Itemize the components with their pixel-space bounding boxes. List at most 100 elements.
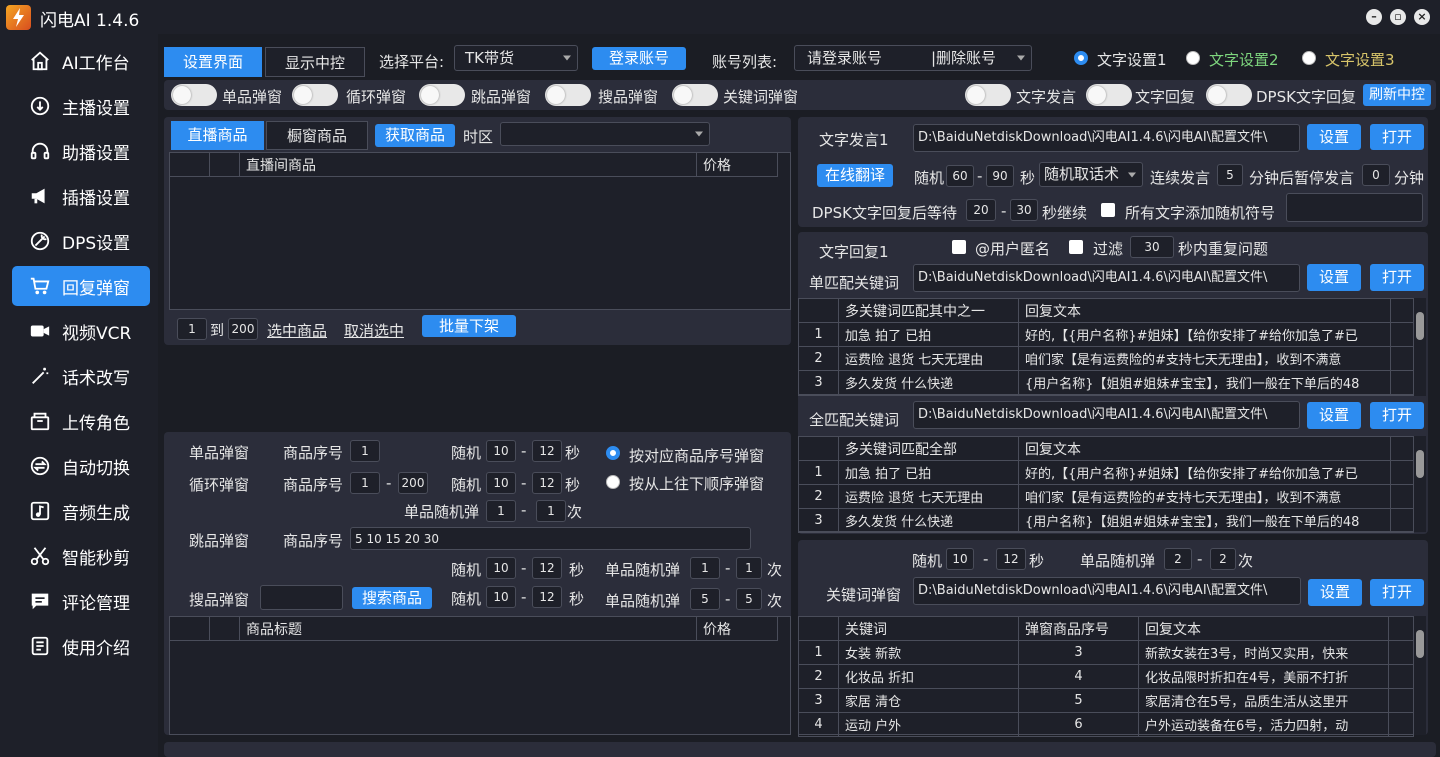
loop-to-input[interactable]: 200 — [398, 472, 428, 494]
deselect-link[interactable]: 取消选中 — [344, 320, 404, 341]
full-match-path-input[interactable]: D:\BaiduNetdiskDownload\闪电AI1.4.6\闪电AI\配… — [913, 401, 1300, 429]
speak-open-button[interactable]: 打开 — [1370, 124, 1424, 150]
scroll-thumb[interactable] — [1416, 630, 1424, 658]
table-row[interactable]: 3 多久发货 什么快递 {用户名称}【姐姐#姐妹#宝宝】，我们一般在下单后的48 — [798, 508, 1414, 533]
maximize-icon[interactable]: ▫ — [1390, 9, 1406, 25]
refresh-control-button[interactable]: 刷新中控 — [1363, 84, 1431, 106]
tab-window-products[interactable]: 橱窗商品 — [266, 121, 368, 150]
fetch-products-button[interactable]: 获取商品 — [375, 124, 455, 147]
single-max-input[interactable]: 12 — [532, 440, 562, 462]
sidebar-item-8[interactable]: 上传角色 — [12, 401, 150, 441]
single-match-open-button[interactable]: 打开 — [1370, 264, 1424, 291]
scroll-thumb[interactable] — [1416, 312, 1424, 340]
search-rand-min-input[interactable]: 5 — [690, 588, 720, 610]
table-row[interactable]: 4 运动 户外 6 户外运动装备在6号，活力四射，动 — [798, 712, 1414, 737]
keyword-popup-settings-button[interactable]: 设置 — [1308, 579, 1362, 606]
single-match-path-input[interactable]: D:\BaiduNetdiskDownload\闪电AI1.4.6\闪电AI\配… — [913, 264, 1300, 292]
close-icon[interactable]: × — [1414, 9, 1430, 25]
single-popup-toggle[interactable] — [171, 84, 217, 106]
loop-rand-min-input[interactable]: 1 — [486, 500, 516, 522]
table-row[interactable]: 3 多久发货 什么快递 {用户名称}【姐姐#姐妹#宝宝】，我们一般在下单后的48 — [798, 370, 1414, 395]
single-min-input[interactable]: 10 — [486, 440, 516, 462]
minimize-icon[interactable]: – — [1366, 9, 1382, 25]
loop-max-input[interactable]: 12 — [532, 472, 562, 494]
scroll-thumb[interactable] — [1416, 450, 1424, 478]
tab-live-products[interactable]: 直播商品 — [171, 121, 264, 150]
text-setting-3-radio[interactable] — [1302, 51, 1316, 65]
continuous-input[interactable]: 5 — [1217, 164, 1243, 186]
sidebar-item-9[interactable]: 自动切换 — [12, 446, 150, 486]
table-row[interactable]: 2 运费险 退货 七天无理由 咱们家【是有运费险的#支持七天无理由】，收到不满意 — [798, 484, 1414, 509]
sidebar-item-10[interactable]: 音频生成 — [12, 491, 150, 531]
range-to-input[interactable]: 200 — [228, 318, 258, 340]
timezone-select[interactable] — [500, 122, 710, 146]
search-max-input[interactable]: 12 — [532, 586, 562, 608]
keyword-popup-toggle[interactable] — [672, 84, 718, 106]
sidebar-item-0[interactable]: AI工作台 — [12, 41, 150, 81]
jump-popup-toggle[interactable] — [419, 84, 465, 106]
sidebar-item-4[interactable]: DPS设置 — [12, 221, 150, 261]
online-translate-button[interactable]: 在线翻译 — [817, 164, 893, 187]
filter-checkbox[interactable] — [1069, 240, 1083, 254]
kw-rand-min-input[interactable]: 2 — [1164, 548, 1192, 570]
filter-sec-input[interactable]: 30 — [1130, 236, 1174, 258]
speak-mode-select[interactable]: 随机取话术 — [1039, 162, 1143, 187]
kw-max-input[interactable]: 12 — [996, 548, 1026, 570]
table-row[interactable]: 2 化妆品 折扣 4 化妆品限时折扣在4号，美丽不打折 — [798, 664, 1414, 689]
single-match-settings-button[interactable]: 设置 — [1307, 264, 1361, 291]
table-row[interactable]: 1 加急 拍了 已拍 好的,【{用户名称}#姐妹】【给你安排了#给你加急了#已 — [798, 322, 1414, 347]
table-row[interactable]: 3 家居 清仓 5 家居清仓在5号，品质生活从这里开 — [798, 688, 1414, 713]
search-popup-toggle[interactable] — [545, 84, 591, 106]
sidebar-item-12[interactable]: 评论管理 — [12, 581, 150, 621]
text-setting-1-radio[interactable] — [1074, 51, 1088, 65]
dpsk-max-input[interactable]: 30 — [1010, 199, 1038, 221]
full-match-settings-button[interactable]: 设置 — [1307, 402, 1361, 429]
single-match-scrollbar[interactable] — [1413, 298, 1426, 396]
popup-top-down-radio[interactable] — [606, 475, 620, 489]
tab-display-control[interactable]: 显示中控 — [265, 47, 365, 77]
search-min-input[interactable]: 10 — [486, 586, 516, 608]
sidebar-item-5[interactable]: 回复弹窗 — [12, 266, 150, 306]
keyword-popup-open-button[interactable]: 打开 — [1370, 579, 1424, 606]
jump-rand-max-input[interactable]: 1 — [736, 557, 762, 579]
table-row[interactable]: 2 运费险 退货 七天无理由 咱们家【是有运费险的#支持七天无理由】，收到不满意 — [798, 346, 1414, 371]
speak-settings-button[interactable]: 设置 — [1307, 124, 1361, 150]
random-symbol-input[interactable] — [1286, 193, 1423, 222]
loop-from-input[interactable]: 1 — [350, 472, 380, 494]
full-match-scrollbar[interactable] — [1413, 436, 1426, 532]
loop-rand-max-input[interactable]: 1 — [536, 500, 566, 522]
batch-remove-button[interactable]: 批量下架 — [422, 315, 516, 337]
select-products-link[interactable]: 选中商品 — [267, 320, 327, 341]
full-match-open-button[interactable]: 打开 — [1370, 402, 1424, 429]
range-from-input[interactable]: 1 — [177, 318, 207, 340]
search-rand-max-input[interactable]: 5 — [736, 588, 762, 610]
kw-min-input[interactable]: 10 — [946, 548, 974, 570]
kw-rand-max-input[interactable]: 2 — [1210, 548, 1236, 570]
sidebar-item-3[interactable]: 插播设置 — [12, 176, 150, 216]
sidebar-item-6[interactable]: 视频VCR — [12, 311, 150, 351]
sidebar-item-1[interactable]: 主播设置 — [12, 86, 150, 126]
sidebar-item-11[interactable]: 智能秒剪 — [12, 536, 150, 576]
table-row[interactable]: 1 加急 拍了 已拍 好的,【{用户名称}#姐妹】【给你安排了#给你加急了#已 — [798, 460, 1414, 485]
popup-by-index-radio[interactable] — [606, 446, 620, 460]
add-random-checkbox[interactable] — [1101, 203, 1115, 217]
anon-checkbox[interactable] — [952, 240, 966, 254]
jump-product-list-input[interactable]: 5 10 15 20 30 — [350, 527, 751, 550]
sidebar-item-13[interactable]: 使用介绍 — [12, 626, 150, 666]
loop-min-input[interactable]: 10 — [486, 472, 516, 494]
single-product-no-input[interactable]: 1 — [350, 440, 380, 462]
keyword-popup-scrollbar[interactable] — [1413, 616, 1426, 735]
dpsk-reply-toggle[interactable] — [1206, 84, 1252, 106]
speak-max-input[interactable]: 90 — [986, 165, 1014, 187]
platform-select[interactable]: TK带货 — [454, 45, 578, 71]
text-speak-toggle[interactable] — [965, 84, 1011, 106]
jump-rand-min-input[interactable]: 1 — [690, 557, 720, 579]
dpsk-min-input[interactable]: 20 — [966, 199, 996, 221]
delete-account[interactable]: |删除账号 — [931, 46, 996, 70]
speak-min-input[interactable]: 60 — [946, 165, 974, 187]
account-select[interactable]: 请登录账号 |删除账号 — [794, 45, 1032, 71]
search-product-input[interactable] — [260, 585, 343, 610]
sidebar-item-2[interactable]: 助播设置 — [12, 131, 150, 171]
jump-max-input[interactable]: 12 — [532, 557, 562, 579]
keyword-popup-path-input[interactable]: D:\BaiduNetdiskDownload\闪电AI1.4.6\闪电AI\配… — [913, 577, 1301, 605]
